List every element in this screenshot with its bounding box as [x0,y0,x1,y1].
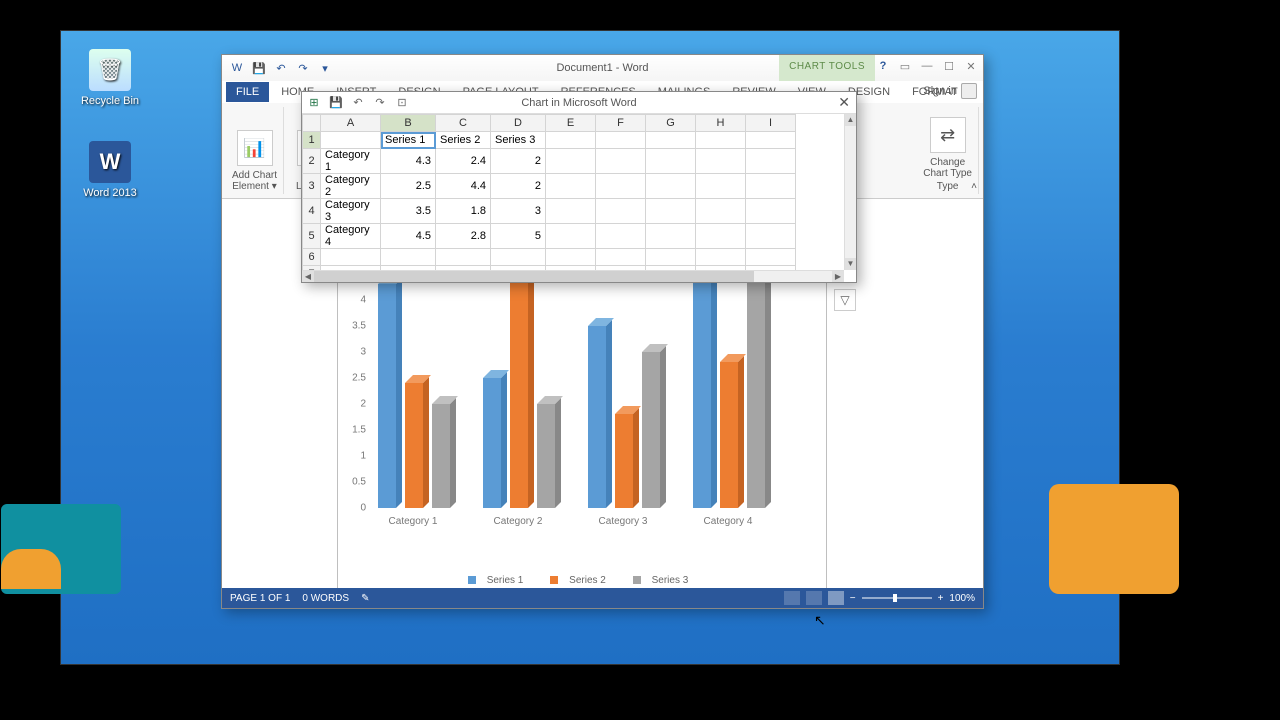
collapse-ribbon-icon[interactable]: ˄ [971,181,977,192]
chart-data-titlebar: ⊞ 💾 ↶ ↷ ⊡ Chart in Microsoft Word ✕ [302,92,856,114]
chart-bars [378,248,798,508]
help-icon[interactable]: ? [875,59,891,73]
window-title: Document1 - Word [556,62,648,74]
cell-b2[interactable]: 4.3 [381,149,436,174]
cell-c3[interactable]: 4.4 [436,174,491,199]
col-header-g[interactable]: G [646,115,696,132]
col-header-f[interactable]: F [596,115,646,132]
undo-icon[interactable]: ↶ [272,59,290,77]
titlebar: W 💾 ↶ ↷ ▾ Document1 - Word CHART TOOLS ?… [222,55,983,81]
statusbar: PAGE 1 OF 1 0 WORDS ✎ − + 100% [222,588,983,608]
data-grid[interactable]: A B C D E F G H I 1 Series 1Series 2Serie… [302,114,844,270]
cell-b1[interactable]: Series 1 [381,132,436,149]
legend-s2: Series 2 [569,575,606,586]
add-chart-element-label: Add Chart Element ▾ [232,170,277,192]
chart-plot-area[interactable]: 54.543.532.521.510.50 Category 1Category… [368,248,798,528]
print-layout-icon[interactable] [806,591,822,605]
close-icon[interactable]: ✕ [838,94,850,111]
col-header-e[interactable]: E [546,115,596,132]
signin-label: Sign in [923,85,957,97]
vertical-scrollbar[interactable]: ▲▼ [844,114,856,270]
chart-legend[interactable]: Series 1 Series 2 Series 3 [338,575,826,586]
save-icon[interactable]: 💾 [328,94,344,110]
cell-a4[interactable]: Category 3 [321,199,381,224]
cell-c5[interactable]: 2.8 [436,224,491,249]
decor [1049,484,1179,594]
word-count[interactable]: 0 WORDS [302,593,349,604]
desktop: 🗑Recycle Bin WWord 2013 W 💾 ↶ ↷ ▾ Docume… [60,30,1120,665]
minimize-icon[interactable]: — [919,59,935,73]
col-header-c[interactable]: C [436,115,491,132]
decor [1,549,61,589]
cell-d4[interactable]: 3 [491,199,546,224]
recycle-bin-label: Recycle Bin [75,95,145,107]
cell-d3[interactable]: 2 [491,174,546,199]
avatar-icon [961,83,977,99]
cell-c1[interactable]: Series 2 [436,132,491,149]
legend-s1: Series 1 [487,575,524,586]
col-header-i[interactable]: I [746,115,796,132]
undo-icon[interactable]: ↶ [350,94,366,110]
change-chart-type-button[interactable]: ⇄Change Chart Type Type [917,107,979,194]
chart-data-window: ⊞ 💾 ↶ ↷ ⊡ Chart in Microsoft Word ✕ A B … [301,91,857,283]
word-icon: W [228,59,246,77]
cell-a1[interactable] [321,132,381,149]
mouse-cursor-icon: ↖ [814,612,826,629]
change-chart-type-label: Change Chart Type [923,157,972,179]
excel-icon: ⊞ [306,94,322,110]
recycle-bin-icon[interactable]: 🗑Recycle Bin [75,49,145,107]
word-shortcut-label: Word 2013 [75,187,145,199]
type-group-label: Type [937,181,959,192]
ribbon-options-icon[interactable]: ▭ [897,59,913,73]
tab-file[interactable]: FILE [226,82,269,102]
select-all-corner[interactable] [303,115,321,132]
col-header-a[interactable]: A [321,115,381,132]
cell-d2[interactable]: 2 [491,149,546,174]
cell-d5[interactable]: 5 [491,224,546,249]
chart-data-title: Chart in Microsoft Word [521,97,636,109]
col-header-d[interactable]: D [491,115,546,132]
cell-a3[interactable]: Category 2 [321,174,381,199]
maximize-icon[interactable]: ☐ [941,59,957,73]
cell-b5[interactable]: 4.5 [381,224,436,249]
horizontal-scrollbar[interactable]: ◀▶ [302,270,844,282]
row-header-6[interactable]: 6 [303,249,321,266]
chart-filters-icon[interactable]: ▽ [834,289,856,311]
redo-icon[interactable]: ↷ [294,59,312,77]
chart-tools-tab[interactable]: CHART TOOLS [779,55,875,81]
read-mode-icon[interactable] [784,591,800,605]
zoom-out-button[interactable]: − [850,593,856,604]
cell-d1[interactable]: Series 3 [491,132,546,149]
save-icon[interactable]: 💾 [250,59,268,77]
cell-c4[interactable]: 1.8 [436,199,491,224]
zoom-slider[interactable] [862,597,932,599]
cell-a5[interactable]: Category 4 [321,224,381,249]
row-header-5[interactable]: 5 [303,224,321,249]
row-header-1[interactable]: 1 [303,132,321,149]
y-axis: 54.543.532.521.510.50 [342,248,366,508]
edit-in-excel-icon[interactable]: ⊡ [394,94,410,110]
row-header-3[interactable]: 3 [303,174,321,199]
row-header-2[interactable]: 2 [303,149,321,174]
word-shortcut-icon[interactable]: WWord 2013 [75,141,145,199]
col-header-b[interactable]: B [381,115,436,132]
cell-b3[interactable]: 2.5 [381,174,436,199]
add-chart-element-button[interactable]: 📊Add Chart Element ▾ [226,107,284,194]
redo-icon[interactable]: ↷ [372,94,388,110]
col-header-h[interactable]: H [696,115,746,132]
page-indicator[interactable]: PAGE 1 OF 1 [230,593,290,604]
web-layout-icon[interactable] [828,591,844,605]
signin[interactable]: Sign in [923,83,977,99]
cell-c2[interactable]: 2.4 [436,149,491,174]
row-header-4[interactable]: 4 [303,199,321,224]
cell-a2[interactable]: Category 1 [321,149,381,174]
zoom-level[interactable]: 100% [949,593,975,604]
qat-customize-icon[interactable]: ▾ [316,59,334,77]
close-icon[interactable]: ✕ [963,59,979,73]
zoom-in-button[interactable]: + [938,593,944,604]
cell-b4[interactable]: 3.5 [381,199,436,224]
proofing-icon[interactable]: ✎ [361,593,369,604]
legend-s3: Series 3 [652,575,689,586]
